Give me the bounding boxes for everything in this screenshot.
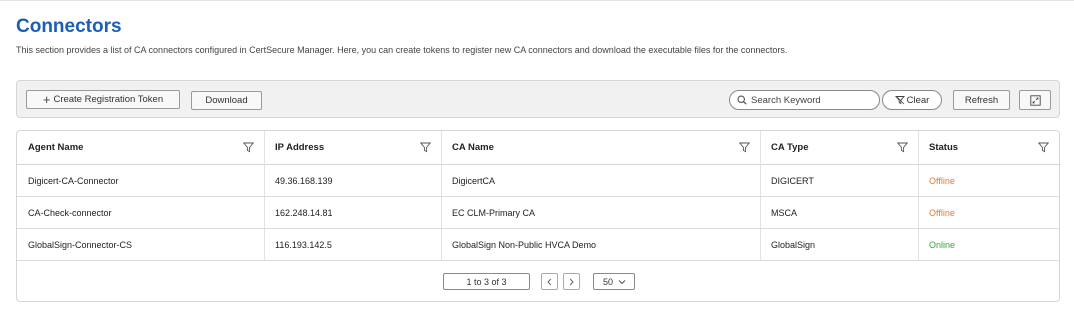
cell-ip-address: 49.36.168.139: [275, 175, 333, 186]
create-registration-token-button[interactable]: + Create Registration Token: [26, 90, 180, 109]
cell-ca-name: EC CLM-Primary CA: [452, 207, 536, 218]
table-row[interactable]: GlobalSign-Connector-CS 116.193.142.5 Gl…: [17, 229, 1059, 261]
expand-icon: [1029, 94, 1041, 106]
column-header-agent-name[interactable]: Agent Name: [17, 131, 264, 164]
search-icon: [737, 95, 747, 105]
cell-agent-name: CA-Check-connector: [28, 207, 112, 218]
page-size-value: 50: [603, 276, 614, 287]
create-registration-token-label: Create Registration Token: [53, 94, 164, 105]
filter-icon[interactable]: [243, 142, 254, 153]
clear-filter-button[interactable]: Clear: [882, 90, 942, 110]
search-input[interactable]: [751, 94, 871, 106]
search-box[interactable]: [729, 90, 880, 110]
column-header-status[interactable]: Status: [918, 131, 1059, 164]
table-row[interactable]: CA-Check-connector 162.248.14.81 EC CLM-…: [17, 197, 1059, 229]
chevron-left-icon: [547, 278, 552, 285]
cell-ca-name: DigicertCA: [452, 175, 496, 186]
refresh-label: Refresh: [964, 94, 999, 106]
page-description: This section provides a list of CA conne…: [16, 45, 788, 55]
cell-ip-address: 116.193.142.5: [275, 239, 332, 250]
download-label: Download: [205, 95, 248, 106]
column-header-ca-type[interactable]: CA Type: [760, 131, 918, 164]
chevron-right-icon: [569, 278, 574, 285]
table-row[interactable]: Digicert-CA-Connector 49.36.168.139 Digi…: [17, 165, 1059, 197]
page-size-select[interactable]: 50: [593, 273, 635, 290]
column-label: Agent Name: [28, 142, 84, 153]
filter-icon[interactable]: [420, 142, 431, 153]
cell-ip-address: 162.248.14.81: [275, 207, 333, 218]
cell-ca-name: GlobalSign Non-Public HVCA Demo: [452, 239, 597, 250]
cell-ca-type: MSCA: [771, 207, 798, 218]
filter-icon[interactable]: [897, 142, 908, 153]
download-button[interactable]: Download: [191, 91, 262, 110]
top-divider: [0, 0, 1074, 1]
column-label: CA Type: [771, 142, 809, 153]
filter-icon[interactable]: [739, 142, 750, 153]
chevron-down-icon: [618, 279, 626, 284]
column-label: IP Address: [275, 142, 325, 153]
connectors-table: Agent Name IP Address CA Name CA Type St…: [16, 130, 1060, 302]
toolbar: + Create Registration Token Download Cle…: [16, 80, 1060, 118]
expand-button[interactable]: [1019, 90, 1051, 110]
status-badge: Offline: [929, 175, 955, 186]
page-title: Connectors: [16, 16, 122, 37]
pagination-range: 1 to 3 of 3: [443, 273, 530, 290]
cell-ca-type: DIGICERT: [771, 175, 814, 186]
pagination: 1 to 3 of 3 50: [17, 272, 1059, 292]
clear-label: Clear: [906, 94, 930, 106]
column-label: Status: [929, 142, 959, 153]
filter-clear-icon: [894, 95, 905, 105]
filter-icon[interactable]: [1038, 142, 1049, 153]
column-header-ip-address[interactable]: IP Address: [264, 131, 441, 164]
cell-agent-name: GlobalSign-Connector-CS: [28, 239, 133, 250]
column-header-ca-name[interactable]: CA Name: [441, 131, 760, 164]
plus-icon: +: [42, 91, 51, 107]
cell-agent-name: Digicert-CA-Connector: [28, 175, 119, 186]
cell-ca-type: GlobalSign: [771, 239, 816, 250]
status-badge: Online: [929, 239, 956, 250]
table-header: Agent Name IP Address CA Name CA Type St…: [17, 131, 1059, 165]
previous-page-button[interactable]: [541, 273, 558, 290]
status-badge: Offline: [929, 207, 955, 218]
column-label: CA Name: [452, 142, 494, 153]
next-page-button[interactable]: [563, 273, 580, 290]
refresh-button[interactable]: Refresh: [953, 90, 1010, 110]
